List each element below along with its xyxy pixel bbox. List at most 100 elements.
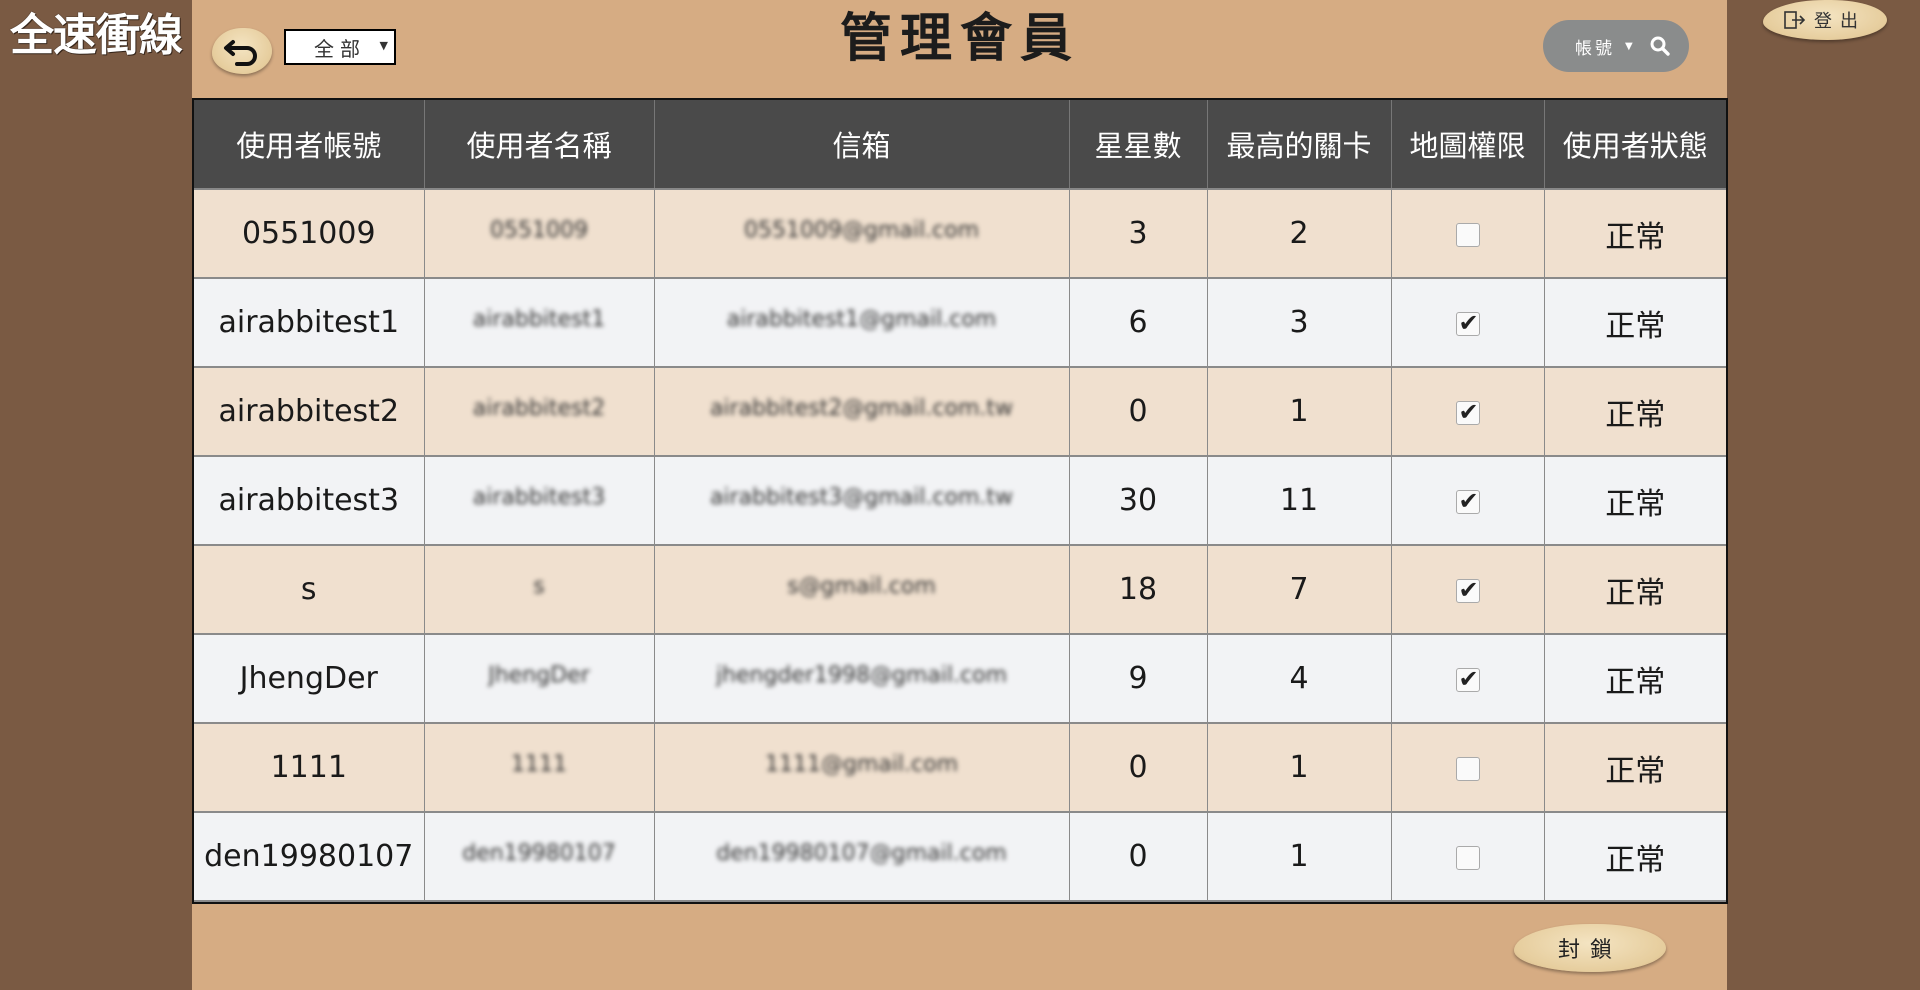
blurred-name: airabbitest1 bbox=[472, 307, 606, 332]
cell-account: airabbitest1 bbox=[194, 278, 425, 368]
search-icon[interactable] bbox=[1649, 35, 1671, 57]
search-field-label: 帳號 bbox=[1575, 38, 1615, 59]
cell-max-level: 4 bbox=[1207, 634, 1392, 724]
cell-account: 1111 bbox=[194, 723, 425, 813]
header-account: 使用者帳號 bbox=[194, 100, 425, 190]
cell-email: 0551009@gmail.com bbox=[654, 189, 1070, 279]
cell-email: 1111@gmail.com bbox=[654, 723, 1070, 813]
cell-user-status: 正常 bbox=[1544, 456, 1726, 546]
cell-name: airabbitest3 bbox=[424, 456, 655, 546]
map-permission-checkbox[interactable] bbox=[1455, 665, 1480, 693]
cell-account: den19980107 bbox=[194, 812, 425, 902]
cell-map-permission bbox=[1391, 812, 1545, 902]
table-row[interactable]: airabbitest2 airabbitest2 airabbitest2@gma… bbox=[194, 367, 1726, 457]
cell-stars: 0 bbox=[1069, 367, 1208, 457]
cell-email: jhengder1998@gmail.com bbox=[654, 634, 1070, 724]
cell-max-level: 7 bbox=[1207, 545, 1392, 635]
cell-user-status: 正常 bbox=[1544, 189, 1726, 279]
logout-button[interactable]: 登出 bbox=[1763, 0, 1887, 40]
cell-map-permission bbox=[1391, 456, 1545, 546]
map-permission-checkbox[interactable] bbox=[1455, 487, 1480, 515]
cell-name: airabbitest2 bbox=[424, 367, 655, 457]
cell-max-level: 3 bbox=[1207, 278, 1392, 368]
table-header-row: 使用者帳號 使用者名稱 信箱 星星數 最高的關卡 地圖權限 使用者狀態 bbox=[194, 100, 1726, 190]
table-row[interactable]: 0551009 0551009 0551009@gmail.com 3 2 正常 bbox=[194, 189, 1726, 279]
cell-account: airabbitest2 bbox=[194, 367, 425, 457]
cell-user-status: 正常 bbox=[1544, 545, 1726, 635]
cell-user-status: 正常 bbox=[1544, 278, 1726, 368]
cell-stars: 30 bbox=[1069, 456, 1208, 546]
cell-map-permission bbox=[1391, 723, 1545, 813]
lock-button[interactable]: 封鎖 bbox=[1514, 924, 1666, 972]
cell-map-permission bbox=[1391, 545, 1545, 635]
cell-user-status: 正常 bbox=[1544, 723, 1726, 813]
cell-map-permission bbox=[1391, 634, 1545, 724]
cell-map-permission bbox=[1391, 367, 1545, 457]
blurred-email: den19980107@gmail.com bbox=[716, 841, 1007, 866]
cell-stars: 3 bbox=[1069, 189, 1208, 279]
member-table: 使用者帳號 使用者名稱 信箱 星星數 最高的關卡 地圖權限 使用者狀態 0551… bbox=[194, 100, 1726, 902]
cell-max-level: 1 bbox=[1207, 812, 1392, 902]
blurred-name: s bbox=[533, 574, 545, 599]
map-permission-checkbox[interactable] bbox=[1455, 309, 1480, 337]
cell-account: airabbitest3 bbox=[194, 456, 425, 546]
cell-stars: 6 bbox=[1069, 278, 1208, 368]
map-permission-checkbox[interactable] bbox=[1455, 576, 1480, 604]
map-permission-checkbox[interactable] bbox=[1455, 756, 1480, 781]
cell-name: 1111 bbox=[424, 723, 655, 813]
cell-user-status: 正常 bbox=[1544, 367, 1726, 457]
map-permission-checkbox[interactable] bbox=[1455, 398, 1480, 426]
table-row[interactable]: airabbitest1 airabbitest1 airabbitest1@gma… bbox=[194, 278, 1726, 368]
cell-account: JhengDer bbox=[194, 634, 425, 724]
map-permission-checkbox[interactable] bbox=[1455, 845, 1480, 870]
table-row[interactable]: airabbitest3 airabbitest3 airabbitest3@gma… bbox=[194, 456, 1726, 546]
dropdown-arrow-icon: ▼ bbox=[1625, 40, 1633, 52]
map-permission-checkbox[interactable] bbox=[1455, 222, 1480, 247]
header-map-permission: 地圖權限 bbox=[1391, 100, 1545, 190]
blurred-name: JhengDer bbox=[488, 663, 590, 688]
blurred-email: s@gmail.com bbox=[787, 574, 936, 599]
table-row[interactable]: JhengDer JhengDer jhengder1998@gmail.com 9 4… bbox=[194, 634, 1726, 724]
cell-email: airabbitest3@gmail.com.tw bbox=[654, 456, 1070, 546]
cell-email: airabbitest1@gmail.com bbox=[654, 278, 1070, 368]
blurred-email: jhengder1998@gmail.com bbox=[715, 663, 1008, 688]
cell-map-permission bbox=[1391, 278, 1545, 368]
member-table-container[interactable]: 使用者帳號 使用者名稱 信箱 星星數 最高的關卡 地圖權限 使用者狀態 0551… bbox=[192, 98, 1728, 904]
table-row[interactable]: 1111 1111 1111@gmail.com 0 1 正常 bbox=[194, 723, 1726, 813]
cell-name: s bbox=[424, 545, 655, 635]
cell-stars: 18 bbox=[1069, 545, 1208, 635]
blurred-name: 0551009 bbox=[490, 218, 588, 243]
cell-name: JhengDer bbox=[424, 634, 655, 724]
header-user-status: 使用者狀態 bbox=[1544, 100, 1726, 190]
blurred-email: 1111@gmail.com bbox=[764, 752, 959, 777]
cell-email: airabbitest2@gmail.com.tw bbox=[654, 367, 1070, 457]
blurred-email: airabbitest1@gmail.com bbox=[726, 307, 997, 332]
table-row[interactable]: s s s@gmail.com 187 正常 bbox=[194, 545, 1726, 635]
cell-account: 0551009 bbox=[194, 189, 425, 279]
cell-stars: 0 bbox=[1069, 812, 1208, 902]
blurred-email: airabbitest3@gmail.com.tw bbox=[709, 485, 1014, 510]
logout-label: 登出 bbox=[1814, 11, 1866, 32]
cell-user-status: 正常 bbox=[1544, 812, 1726, 902]
header-max-level: 最高的關卡 bbox=[1207, 100, 1392, 190]
header-stars: 星星數 bbox=[1069, 100, 1208, 190]
blurred-email: 0551009@gmail.com bbox=[743, 218, 980, 243]
header-email: 信箱 bbox=[654, 100, 1070, 190]
blurred-name: airabbitest3 bbox=[472, 485, 606, 510]
cell-max-level: 1 bbox=[1207, 723, 1392, 813]
logout-icon bbox=[1784, 11, 1806, 29]
cell-name: den19980107 bbox=[424, 812, 655, 902]
cell-name: airabbitest1 bbox=[424, 278, 655, 368]
search-field-select[interactable]: 帳號 ▼ bbox=[1543, 20, 1689, 72]
header-name: 使用者名稱 bbox=[424, 100, 655, 190]
cell-name: 0551009 bbox=[424, 189, 655, 279]
cell-email: s@gmail.com bbox=[654, 545, 1070, 635]
cell-email: den19980107@gmail.com bbox=[654, 812, 1070, 902]
blurred-name: den19980107 bbox=[462, 841, 616, 866]
cell-user-status: 正常 bbox=[1544, 634, 1726, 724]
table-row[interactable]: den19980107 den19980107 den19980107@gmail.… bbox=[194, 812, 1726, 902]
blurred-name: airabbitest2 bbox=[472, 396, 606, 421]
cell-map-permission bbox=[1391, 189, 1545, 279]
cell-account: s bbox=[194, 545, 425, 635]
cell-max-level: 11 bbox=[1207, 456, 1392, 546]
